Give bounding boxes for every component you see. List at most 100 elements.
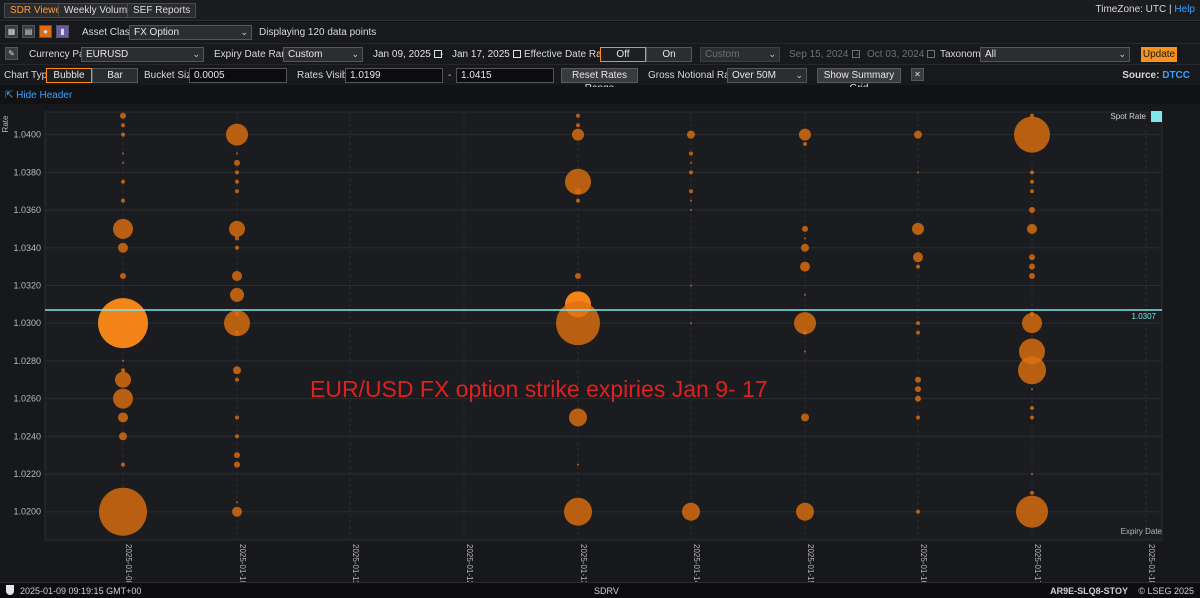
bubble-point [1014, 116, 1050, 153]
bubble-point [914, 130, 922, 139]
bubble-chart-toggle[interactable]: Bubble [46, 68, 92, 83]
update-button[interactable]: Update [1141, 47, 1177, 62]
bubble-point [576, 198, 580, 203]
bubble-point [236, 152, 238, 155]
effective-off-toggle[interactable]: Off [600, 47, 646, 62]
bubble-point [235, 434, 239, 439]
bubble-point [118, 242, 128, 253]
calendar-icon[interactable] [512, 50, 521, 58]
bubble-point [915, 376, 921, 383]
y-tick-label: 1.0300 [13, 318, 41, 328]
bubble-point [804, 237, 806, 240]
bubble-point [1031, 473, 1033, 476]
pin-icon[interactable]: ✎ [5, 47, 18, 60]
y-tick-label: 1.0400 [13, 130, 41, 140]
bubble-point [1030, 189, 1034, 194]
calendar-icon[interactable] [927, 50, 936, 58]
bubble-chart-icon[interactable]: ● [39, 25, 52, 38]
reset-rates-button[interactable]: Reset Rates Range [561, 68, 638, 94]
asset-class-select[interactable]: FX Option ⌄ [129, 25, 252, 40]
bubble-point [235, 415, 239, 420]
bubble-point [113, 218, 133, 239]
bubble-point [232, 271, 242, 282]
bubble-point [232, 506, 242, 517]
y-tick-label: 1.0360 [13, 205, 41, 215]
bubble-point [122, 161, 124, 164]
x-tick-label: 2025-01-14 [692, 544, 701, 582]
taxonomy-label: Taxonomy [940, 49, 986, 60]
x-tick-label: 2025-01-18 [1147, 544, 1156, 582]
bubble-point [916, 321, 920, 326]
expiry-from-date[interactable]: Jan 09, 2025 [373, 49, 442, 60]
bubble-point [235, 377, 239, 382]
bubble-point [799, 128, 811, 141]
source-value[interactable]: DTCC [1162, 70, 1190, 81]
bubble-point [690, 199, 692, 202]
chevron-down-icon: ⌄ [240, 27, 248, 37]
expiry-range-select[interactable]: Custom ⌄ [283, 47, 363, 62]
excel-export-icon[interactable]: ✕ [911, 68, 924, 81]
summary-grid-button[interactable]: Show Summary Grid [817, 68, 901, 94]
effective-from-date[interactable]: Sep 15, 2024 [789, 49, 860, 60]
bubble-point [917, 171, 919, 174]
taxonomy-select[interactable]: All ⌄ [980, 47, 1130, 62]
effective-range-select[interactable]: Custom ⌄ [700, 47, 780, 62]
y-axis-label: Rate [1, 115, 10, 132]
bubble-point [1030, 490, 1034, 495]
bubble-point [912, 222, 924, 235]
effective-to-date[interactable]: Oct 03, 2024 [867, 49, 936, 60]
timezone-separator: | [1169, 4, 1172, 15]
asset-toolbar: ▦ ▤ ● ▮ Asset Class: FX Option ⌄ Display… [0, 22, 1200, 43]
bubble-point [118, 412, 128, 423]
help-link[interactable]: Help [1174, 4, 1195, 15]
bubble-point [564, 497, 592, 526]
grid-icon[interactable]: ▦ [5, 25, 18, 38]
expiry-range-value: Custom [288, 49, 323, 60]
app-code: SDRV [594, 586, 619, 596]
shield-icon [6, 585, 14, 595]
bubble-point [235, 179, 239, 184]
expiry-to-date[interactable]: Jan 17, 2025 [452, 49, 521, 60]
effective-on-toggle[interactable]: On [646, 47, 692, 62]
bubble-point [120, 112, 126, 119]
y-tick-label: 1.0200 [13, 507, 41, 517]
bubble-point [802, 225, 808, 232]
bubble-point [803, 142, 807, 147]
bubble-point [98, 298, 148, 349]
expiry-bubble-chart[interactable]: 1.0200 1.0220 1.0240 1.0260 1.0280 1.0300 1.03… [0, 104, 1200, 582]
bubble-point [1030, 415, 1034, 420]
expiry-dash: - [440, 49, 444, 60]
bubble-point [1016, 495, 1048, 528]
x-tick-label: 2025-01-16 [919, 544, 928, 582]
expiry-to-value: Jan 17, 2025 [452, 49, 510, 60]
bubble-point [689, 170, 693, 175]
y-tick-label: 1.0260 [13, 394, 41, 404]
currency-pair-select[interactable]: EURUSD ⌄ [81, 47, 204, 62]
notional-range-select[interactable]: Over 50M ⌄ [727, 68, 807, 83]
bubble-point [689, 151, 693, 156]
hide-header-link[interactable]: ⇱ Hide Header [5, 90, 72, 101]
y-tick-label: 1.0380 [13, 167, 41, 177]
chevron-down-icon: ⌄ [1118, 49, 1126, 59]
plot-area [44, 111, 1163, 541]
bubble-point [99, 487, 147, 536]
collapse-icon: ⇱ [5, 90, 14, 101]
rates-from-input[interactable]: 1.0199 [345, 68, 443, 83]
bubble-point [119, 432, 127, 441]
chart-annotation: EUR/USD FX option strike expiries Jan 9-… [310, 376, 768, 402]
bubble-point [226, 123, 248, 146]
bubble-point [122, 152, 124, 155]
bucket-size-input[interactable]: 0.0005 [189, 68, 287, 83]
bubble-point [916, 330, 920, 335]
bubble-point [800, 261, 810, 272]
bubble-point [1030, 406, 1034, 411]
x-axis-label: Expiry Date [1121, 527, 1163, 536]
header-toggle-bar: ⇱ Hide Header [0, 87, 1200, 104]
x-tick-label: 2025-01-13 [579, 544, 588, 582]
bar-chart-toggle[interactable]: Bar [92, 68, 138, 83]
copyright: © LSEG 2025 [1138, 586, 1194, 596]
bar-chart-icon[interactable]: ▮ [56, 25, 69, 38]
tab-sef-reports[interactable]: SEF Reports [127, 3, 197, 18]
rates-to-input[interactable]: 1.0415 [456, 68, 554, 83]
table-icon[interactable]: ▤ [22, 25, 35, 38]
